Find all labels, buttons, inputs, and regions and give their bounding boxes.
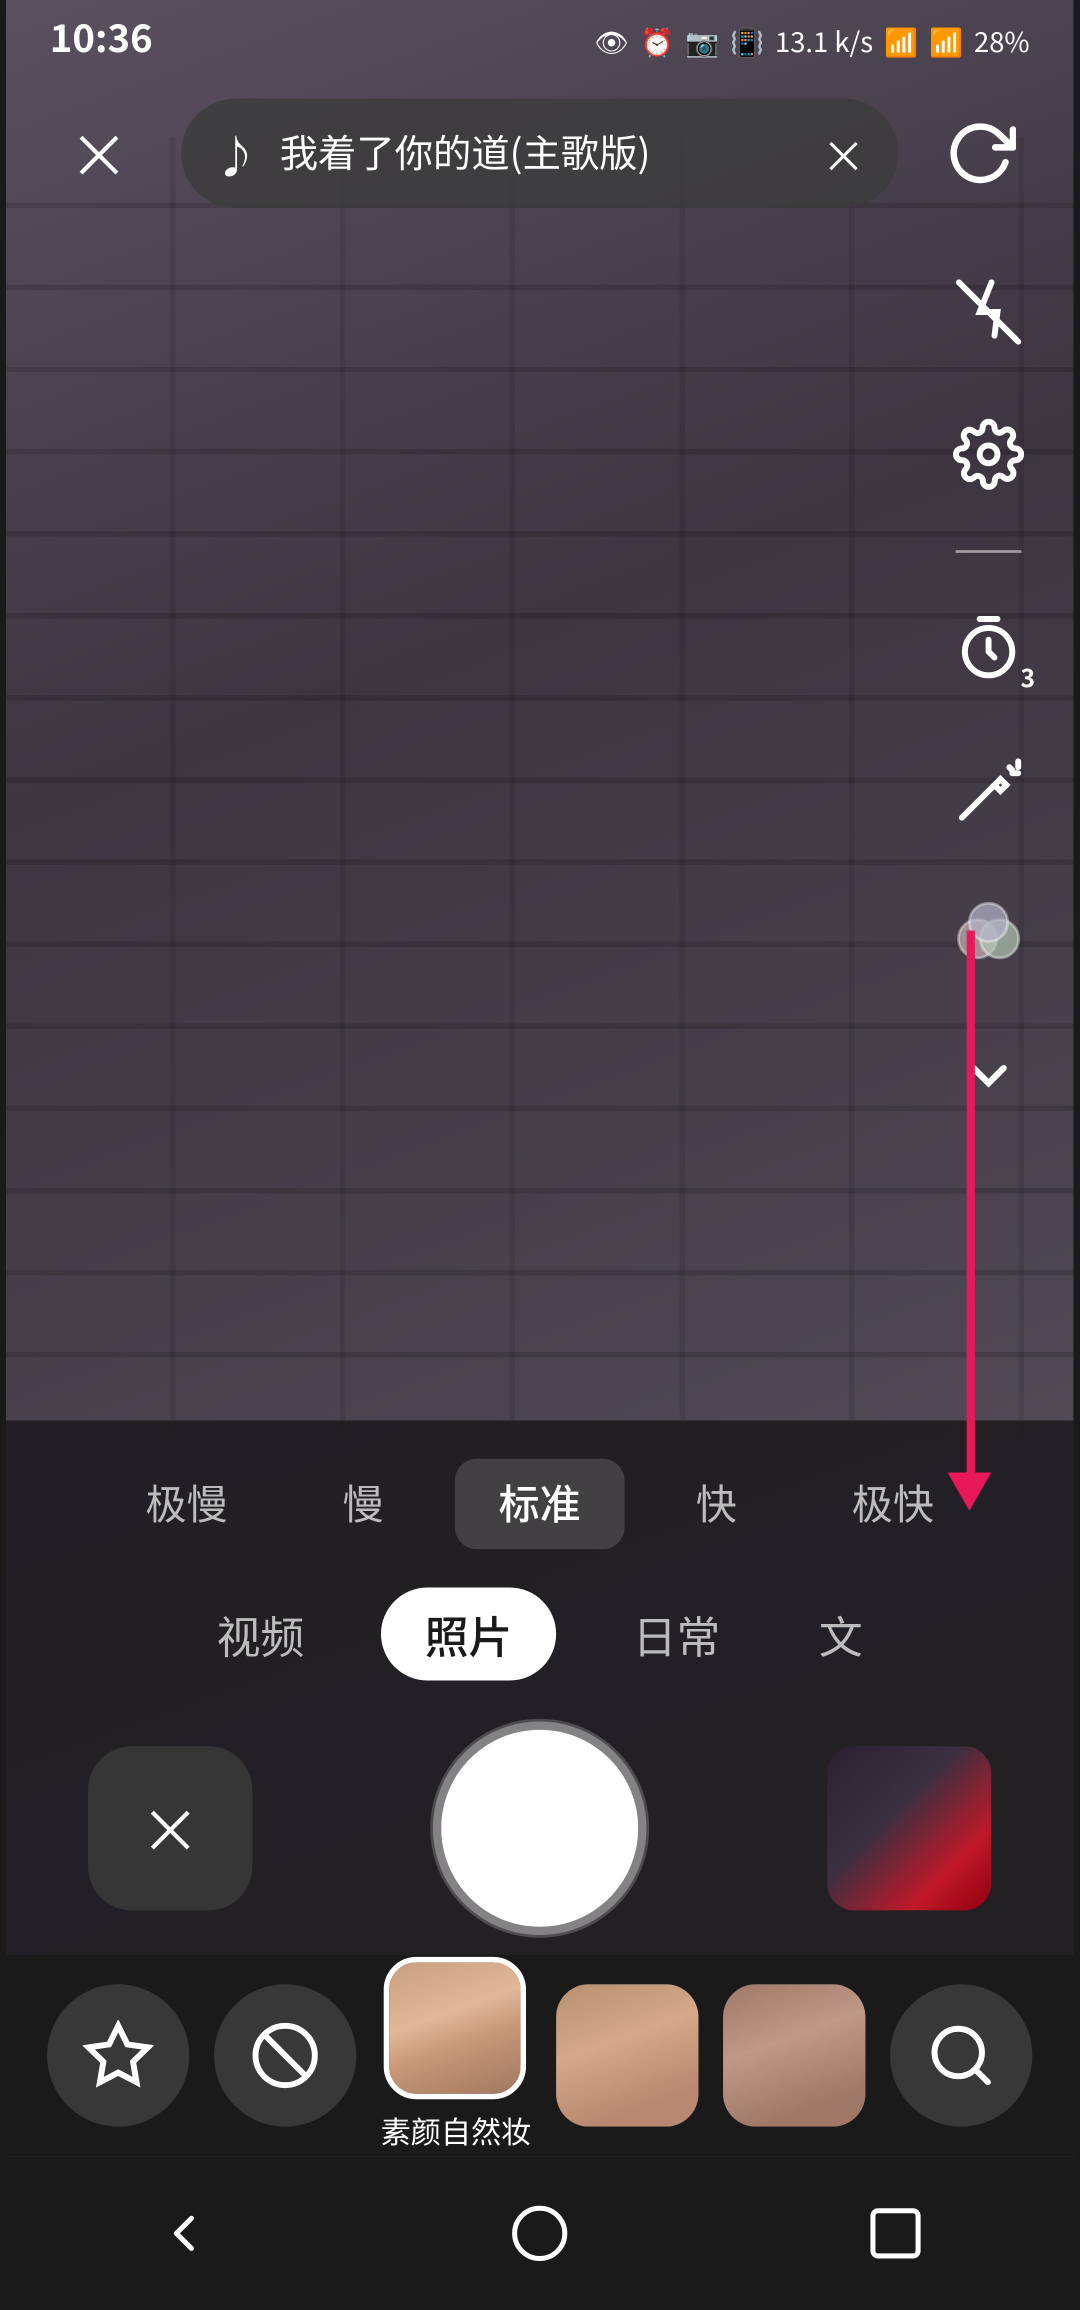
status-icons: 👁 ⏰ 📷 📳 13.1 k/s 📶 📶 28% [595, 18, 1030, 59]
status-bar: 10:36 👁 ⏰ 📷 📳 13.1 k/s 📶 📶 28% [6, 0, 1073, 77]
ban-svg [249, 2020, 320, 2091]
speed-fast[interactable]: 快 [652, 1459, 781, 1549]
filter-bar: 素颜自然妆 [6, 1954, 1073, 2157]
settings-button[interactable] [937, 402, 1041, 506]
home-button[interactable] [485, 2179, 594, 2288]
icon-divider [956, 550, 1022, 553]
camera-status-icon: 📷 [685, 18, 719, 59]
face1-image [391, 1962, 522, 2093]
speed-very-slow[interactable]: 极慢 [102, 1459, 272, 1549]
timer-badge: 3 [1021, 660, 1036, 696]
nav-bar [6, 2157, 1073, 2310]
cancel-shutter-button[interactable]: × [88, 1746, 252, 1910]
speed-slow[interactable]: 慢 [299, 1459, 428, 1549]
cellular-icon: 📶 [929, 18, 963, 59]
speed-selector: 极慢 慢 标准 快 极快 [6, 1459, 1073, 1549]
recent-icon [866, 2203, 926, 2263]
ban-icon [214, 1984, 356, 2126]
music-title: 我着了你的道(主歌版) [280, 126, 800, 181]
gallery-thumbnail[interactable] [827, 1746, 991, 1910]
recent-apps-button[interactable] [841, 2179, 950, 2288]
face2-thumbnail [557, 1984, 699, 2126]
top-bar: × ♪ 我着了你的道(主歌版) × [6, 82, 1073, 224]
filter-favorite[interactable] [46, 1984, 188, 2126]
mode-text[interactable]: 文 [797, 1590, 885, 1678]
timer-icon [953, 613, 1024, 684]
filter-face3[interactable] [724, 1984, 866, 2126]
battery: 28% [974, 18, 1030, 59]
alarm-icon: ⏰ [640, 18, 674, 59]
mode-selector: 视频 照片 日常 文 [6, 1587, 1073, 1680]
beauty-wand-icon [953, 755, 1024, 826]
wifi-icon: 📶 [884, 18, 918, 59]
pink-arrow-indicator [948, 931, 992, 1511]
music-note-icon: ♪ [214, 120, 258, 186]
face3-image [724, 1984, 866, 2126]
mode-daily[interactable]: 日常 [611, 1590, 742, 1678]
settings-icon [953, 419, 1024, 490]
camera-scene [6, 137, 1073, 1434]
beauty-wand-button[interactable] [937, 739, 1041, 843]
search-svg [927, 2020, 998, 2091]
back-icon [154, 2203, 214, 2263]
refresh-button[interactable] [931, 104, 1030, 203]
face2-image [557, 1984, 699, 2126]
face3-thumbnail [724, 1984, 866, 2126]
bottom-panel: 极慢 慢 标准 快 极快 视频 照片 日常 文 × [6, 1420, 1073, 1954]
star-icon [46, 1984, 188, 2126]
back-button[interactable] [129, 2179, 238, 2288]
mode-photo[interactable]: 照片 [381, 1587, 556, 1680]
timer-button[interactable]: 3 [937, 597, 1041, 701]
shutter-row: × [6, 1719, 1073, 1927]
refresh-icon [945, 118, 1016, 189]
home-icon [510, 2203, 570, 2263]
pink-arrow-head [948, 1472, 992, 1510]
close-button[interactable]: × [50, 104, 149, 203]
music-bar[interactable]: ♪ 我着了你的道(主歌版) × [181, 99, 898, 208]
filter-face2[interactable] [557, 1984, 699, 2126]
filter-search[interactable] [891, 1984, 1033, 2126]
shutter-button[interactable] [441, 1730, 638, 1927]
face1-thumbnail [385, 1957, 527, 2099]
vibrate-icon: 📳 [730, 18, 764, 59]
filter-face1[interactable]: 素颜自然妆 [381, 1957, 532, 2154]
eye-icon: 👁 [595, 18, 630, 59]
filter-none[interactable] [214, 1984, 356, 2126]
speed-standard[interactable]: 标准 [455, 1459, 625, 1549]
mode-video[interactable]: 视频 [195, 1590, 326, 1678]
pink-arrow-line [966, 931, 974, 1478]
flash-off-icon [953, 276, 1024, 347]
star-svg [82, 2020, 153, 2091]
music-close-button[interactable]: × [822, 120, 866, 186]
face1-label: 素颜自然妆 [381, 2110, 532, 2154]
search-more-icon [891, 1984, 1033, 2126]
status-time: 10:36 [50, 11, 153, 66]
data-speed: 13.1 k/s [775, 18, 873, 59]
flash-off-button[interactable] [937, 260, 1041, 364]
